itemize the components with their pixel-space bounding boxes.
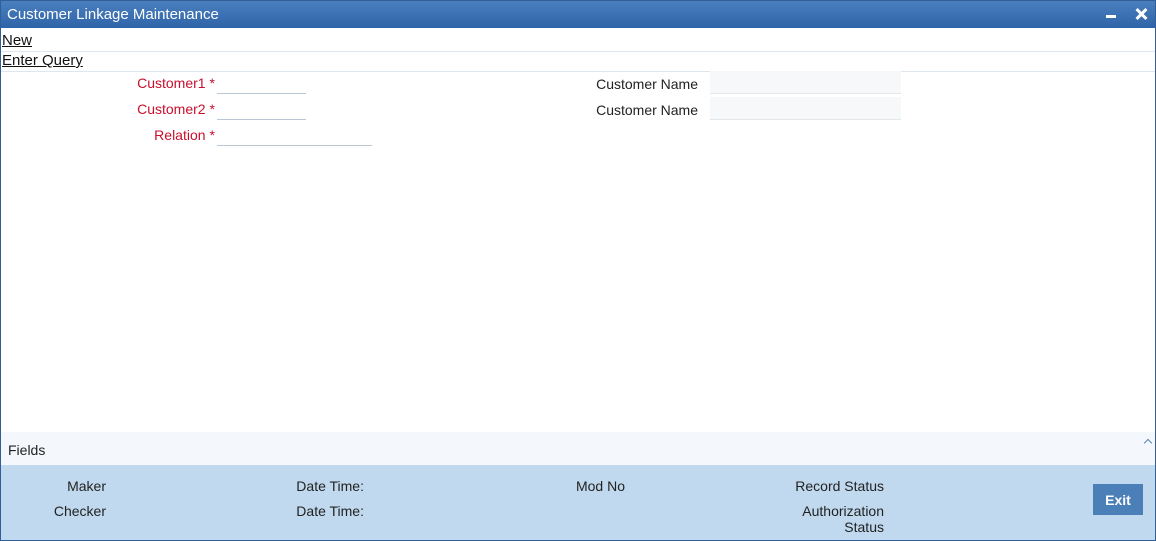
minimize-icon[interactable] (1102, 5, 1120, 23)
chevron-up-icon[interactable] (1142, 436, 1154, 446)
customer2-label: Customer2 * (121, 101, 215, 117)
customer2-input[interactable] (217, 100, 306, 120)
checker-date-time-label: Date Time: (296, 503, 364, 519)
relation-input[interactable] (217, 126, 372, 146)
required-mark: * (209, 127, 215, 143)
record-status-label: Record Status (795, 478, 884, 494)
customer1-name-field[interactable] (710, 71, 901, 94)
fields-label[interactable]: Fields (8, 442, 45, 458)
mod-no-label: Mod No (575, 478, 625, 494)
relation-label: Relation * (121, 127, 215, 143)
checker-label: Checker (53, 503, 106, 519)
audit-footer (1, 465, 1155, 540)
customer2-label-text: Customer2 (137, 101, 206, 117)
maker-label: Maker (67, 478, 106, 494)
required-mark: * (209, 75, 215, 91)
exit-button[interactable]: Exit (1093, 484, 1143, 515)
authorization-status-label-line2: Status (844, 519, 884, 535)
maker-date-time-label: Date Time: (296, 478, 364, 494)
customer-linkage-window: Customer Linkage Maintenance New Enter Q… (0, 0, 1156, 541)
title-bar: Customer Linkage Maintenance (1, 1, 1155, 28)
menu-row-enter-query: Enter Query (1, 52, 1155, 72)
required-mark: * (209, 101, 215, 117)
relation-label-text: Relation (154, 127, 206, 143)
new-link[interactable]: New (2, 32, 32, 49)
customer1-label-text: Customer1 (137, 75, 206, 91)
menu-row-new: New (1, 32, 1155, 52)
fields-section: Fields (1, 432, 1155, 465)
customer1-name-label: Customer Name (596, 76, 698, 92)
customer2-name-field[interactable] (710, 97, 901, 120)
customer1-input[interactable] (217, 74, 306, 94)
customer1-label: Customer1 * (121, 75, 215, 91)
enter-query-link[interactable]: Enter Query (2, 52, 83, 69)
customer2-name-label: Customer Name (596, 102, 698, 118)
authorization-status-label-line1: Authorization (802, 503, 884, 519)
window-title: Customer Linkage Maintenance (7, 6, 219, 23)
close-icon[interactable] (1132, 5, 1150, 23)
